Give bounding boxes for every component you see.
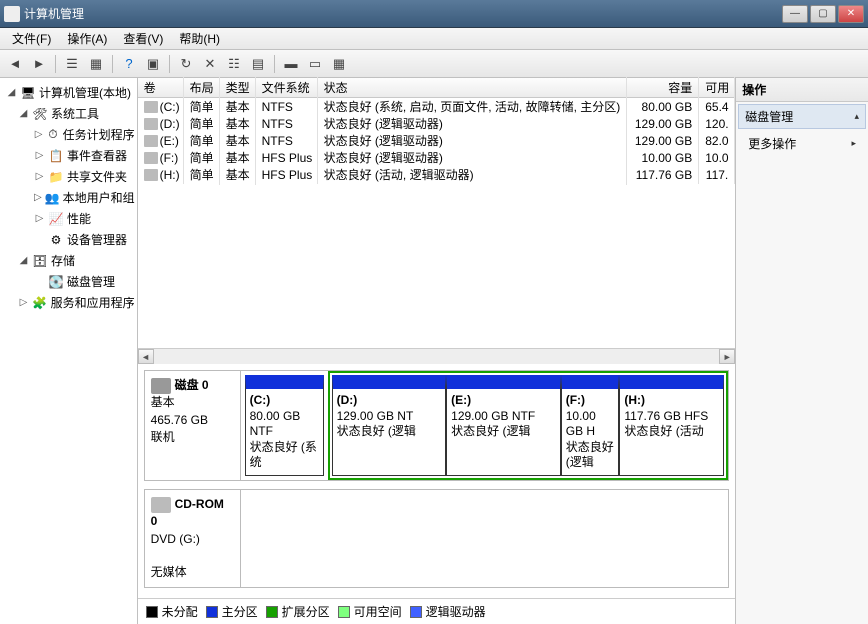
menu-bar: 文件(F) 操作(A) 查看(V) 帮助(H): [0, 28, 868, 50]
cdrom-row[interactable]: CD-ROM 0 DVD (G:) 无媒体: [144, 489, 730, 588]
volume-row[interactable]: (H:)简单基本HFS Plus状态良好 (活动, 逻辑驱动器)117.76 G…: [138, 166, 736, 183]
cdrom-icon: [151, 497, 171, 513]
tree-system-tools[interactable]: ◢🛠系统工具: [2, 103, 135, 124]
scroll-right-button[interactable]: ►: [719, 349, 735, 364]
view-top-button[interactable]: ▬: [280, 53, 302, 75]
col-available[interactable]: 可用: [699, 77, 735, 98]
menu-file[interactable]: 文件(F): [4, 28, 59, 49]
refresh-pane-button[interactable]: ▣: [142, 53, 164, 75]
close-button[interactable]: ✕: [838, 5, 864, 23]
partition-f[interactable]: (F:)10.00 GB H状态良好 (逻辑: [561, 375, 620, 476]
actions-more[interactable]: 更多操作▸: [736, 131, 868, 156]
partition-c[interactable]: (C:) 80.00 GB NTF 状态良好 (系统: [245, 375, 324, 476]
menu-action[interactable]: 操作(A): [59, 28, 115, 49]
partition-h[interactable]: (H:)117.76 GB HFS状态良好 (活动: [619, 375, 724, 476]
tree-root[interactable]: ◢🖥计算机管理(本地): [2, 82, 135, 103]
menu-view[interactable]: 查看(V): [115, 28, 171, 49]
volume-list-header[interactable]: 卷 布局 类型 文件系统 状态 容量 可用: [138, 78, 736, 98]
volume-list[interactable]: (C:)简单基本NTFS状态良好 (系统, 启动, 页面文件, 活动, 故障转储…: [138, 98, 736, 348]
disk-0-info: 磁盘 0 基本 465.76 GB 联机: [145, 371, 241, 480]
list-view-button[interactable]: ▤: [247, 53, 269, 75]
nav-tree[interactable]: ◢🖥计算机管理(本地) ◢🛠系统工具 ▷⏱任务计划程序 ▷📋事件查看器 ▷📁共享…: [0, 78, 138, 624]
disk-icon: [151, 378, 171, 394]
tree-storage[interactable]: ◢🗄存储: [2, 250, 135, 271]
legend-logical: 逻辑驱动器: [426, 603, 486, 620]
tree-shared-folders[interactable]: ▷📁共享文件夹: [2, 166, 135, 187]
col-filesystem[interactable]: 文件系统: [256, 77, 318, 98]
legend-free: 可用空间: [354, 603, 402, 620]
tree-task-scheduler[interactable]: ▷⏱任务计划程序: [2, 124, 135, 145]
delete-button[interactable]: ✕: [199, 53, 221, 75]
tree-device-manager[interactable]: ⚙设备管理器: [2, 229, 135, 250]
tree-performance[interactable]: ▷📈性能: [2, 208, 135, 229]
show-hide-button[interactable]: ▦: [85, 53, 107, 75]
col-capacity[interactable]: 容量: [627, 77, 699, 98]
legend-primary: 主分区: [222, 603, 258, 620]
disk-0-row[interactable]: 磁盘 0 基本 465.76 GB 联机 (C:) 80.00 GB NTF 状…: [144, 370, 730, 481]
scroll-left-button[interactable]: ◄: [138, 349, 154, 364]
view-both-button[interactable]: ▦: [328, 53, 350, 75]
legend-unallocated: 未分配: [162, 603, 198, 620]
tree-disk-management[interactable]: 💽磁盘管理: [2, 271, 135, 292]
app-icon: [4, 6, 20, 22]
col-status[interactable]: 状态: [318, 77, 628, 98]
collapse-icon: ▴: [854, 111, 859, 122]
toolbar: ◄ ► ☰ ▦ ? ▣ ↻ ✕ ☷ ▤ ▬ ▭ ▦: [0, 50, 868, 78]
tree-services-apps[interactable]: ▷🧩服务和应用程序: [2, 292, 135, 313]
col-volume[interactable]: 卷: [138, 77, 184, 98]
actions-pane: 操作 磁盘管理▴ 更多操作▸: [736, 78, 868, 624]
back-button[interactable]: ◄: [4, 53, 26, 75]
maximize-button[interactable]: ▢: [810, 5, 836, 23]
partition-e[interactable]: (E:)129.00 GB NTF状态良好 (逻辑: [446, 375, 561, 476]
title-bar: 计算机管理 — ▢ ✕: [0, 0, 868, 28]
actions-header: 操作: [736, 78, 868, 102]
help-button[interactable]: ?: [118, 53, 140, 75]
submenu-icon: ▸: [851, 138, 856, 149]
cdrom-info: CD-ROM 0 DVD (G:) 无媒体: [145, 490, 241, 587]
rescan-button[interactable]: ↻: [175, 53, 197, 75]
tree-event-viewer[interactable]: ▷📋事件查看器: [2, 145, 135, 166]
menu-help[interactable]: 帮助(H): [171, 28, 228, 49]
window-title: 计算机管理: [24, 5, 84, 22]
view-bottom-button[interactable]: ▭: [304, 53, 326, 75]
minimize-button[interactable]: —: [782, 5, 808, 23]
partition-d[interactable]: (D:)129.00 GB NT状态良好 (逻辑: [332, 375, 447, 476]
horizontal-scrollbar[interactable]: ◄ ►: [138, 348, 736, 364]
actions-diskmgmt[interactable]: 磁盘管理▴: [738, 104, 866, 129]
tree-local-users[interactable]: ▷👥本地用户和组: [2, 187, 135, 208]
forward-button[interactable]: ►: [28, 53, 50, 75]
legend: 未分配 主分区 扩展分区 可用空间 逻辑驱动器: [138, 598, 736, 624]
col-layout[interactable]: 布局: [184, 77, 220, 98]
legend-extended: 扩展分区: [282, 603, 330, 620]
disk-graphical-view[interactable]: 磁盘 0 基本 465.76 GB 联机 (C:) 80.00 GB NTF 状…: [138, 364, 736, 598]
properties-button[interactable]: ☷: [223, 53, 245, 75]
up-button[interactable]: ☰: [61, 53, 83, 75]
col-type[interactable]: 类型: [220, 77, 256, 98]
